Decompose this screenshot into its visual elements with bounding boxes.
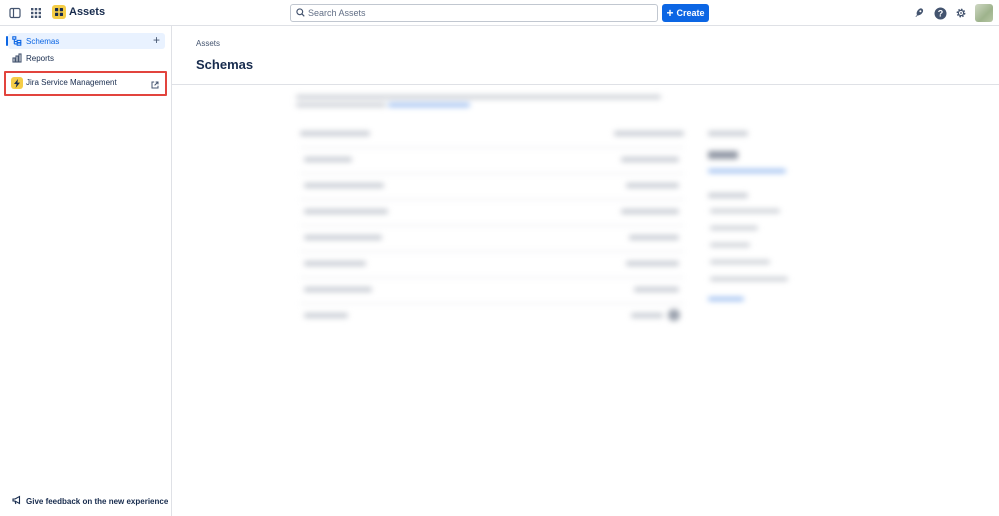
app-switcher-icon[interactable]: [28, 5, 44, 21]
help-icon[interactable]: ?: [932, 5, 948, 21]
top-navigation-bar: Assets + Create ?: [0, 0, 999, 26]
feedback-label: Give feedback on the new experience: [26, 496, 169, 506]
external-link-icon: [151, 78, 159, 92]
sidebar: Schemas + Reports Jira Service Managemen…: [0, 26, 172, 516]
plus-icon: +: [666, 6, 674, 20]
sidebar-toggle-icon[interactable]: [7, 5, 23, 21]
create-label: Create: [676, 8, 705, 18]
svg-text:?: ?: [937, 8, 943, 18]
search-input[interactable]: [308, 6, 648, 20]
jira-service-management-label: Jira Service Management: [26, 78, 117, 87]
breadcrumb[interactable]: Assets: [196, 39, 220, 48]
jira-service-management-link[interactable]: Jira Service Management: [4, 71, 167, 96]
search-box[interactable]: [290, 4, 658, 22]
jira-service-management-icon: [11, 77, 23, 89]
user-avatar[interactable]: [975, 4, 993, 22]
header-divider: [172, 84, 999, 85]
schemas-icon: [11, 35, 23, 47]
blurred-content: [296, 95, 796, 360]
reports-icon: [11, 52, 23, 64]
page-title: Schemas: [196, 57, 254, 72]
give-feedback-button[interactable]: Give feedback on the new experience: [12, 494, 168, 508]
search-icon: [296, 8, 305, 17]
assets-logo-icon[interactable]: [52, 5, 66, 19]
sidebar-item-schemas[interactable]: Schemas +: [6, 33, 165, 49]
notifications-icon[interactable]: [911, 5, 927, 21]
main-content: Assets Schemas: [172, 26, 999, 516]
sidebar-item-label: Schemas: [26, 36, 60, 46]
megaphone-icon: [12, 494, 22, 508]
sidebar-item-label: Reports: [26, 53, 55, 63]
settings-gear-icon[interactable]: [953, 5, 969, 21]
app-name[interactable]: Assets: [69, 6, 105, 18]
create-button[interactable]: + Create: [662, 4, 709, 22]
sidebar-item-reports[interactable]: Reports: [8, 50, 165, 66]
add-schema-icon[interactable]: +: [153, 34, 160, 46]
